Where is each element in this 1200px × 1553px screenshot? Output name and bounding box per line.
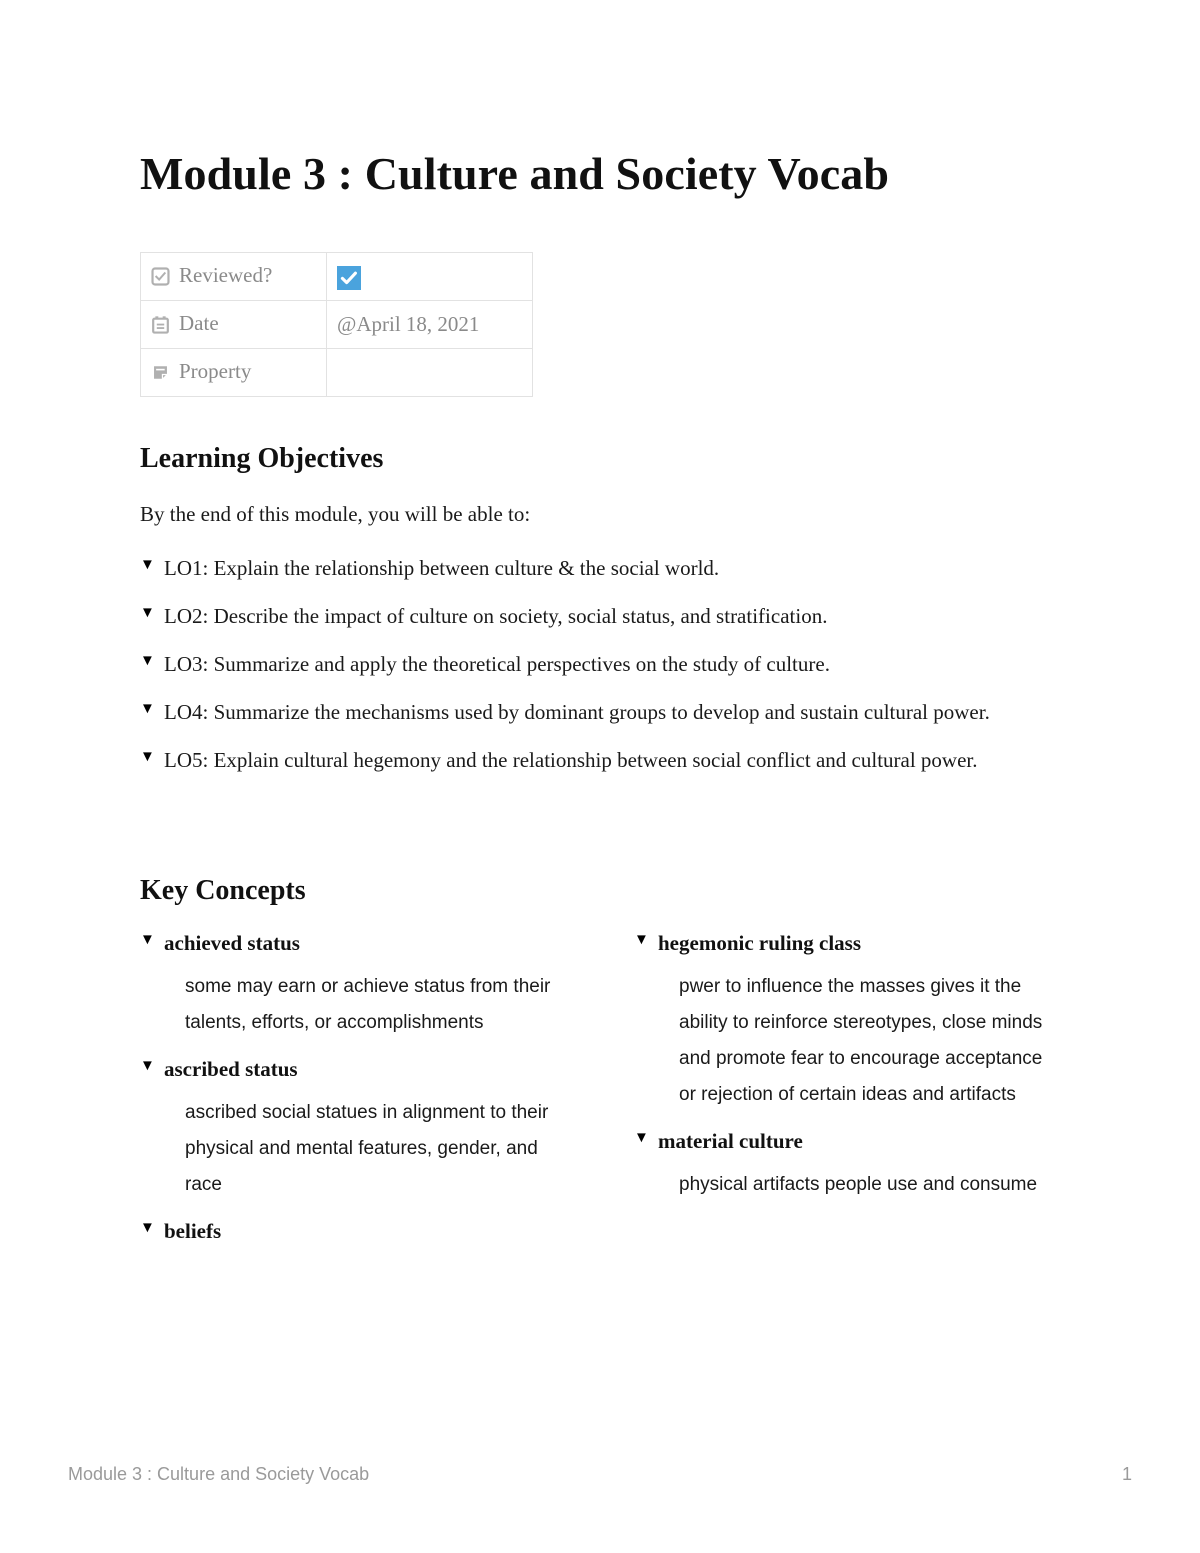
learning-objectives-intro: By the end of this module, you will be a… [140,502,531,527]
property-label-cell-property: Property [140,348,327,398]
chevron-down-icon[interactable]: ▼ [634,1125,649,1153]
chevron-down-icon[interactable]: ▼ [634,927,649,955]
calendar-icon [151,315,170,334]
learning-objectives-heading: Learning Objectives [140,443,384,475]
page-content: Module 3 : Culture and Society Vocab Rev… [140,140,1060,1261]
key-concepts-heading: Key Concepts [140,874,306,906]
key-concept-term[interactable]: ▼ ascribed status [140,1053,566,1087]
key-concept-term-label: hegemonic ruling class [658,931,861,956]
checkbox-icon [151,267,170,286]
table-row: Date @April 18, 2021 [140,300,533,350]
chevron-down-icon[interactable]: ▼ [140,1053,155,1081]
chevron-down-icon[interactable]: ▼ [140,551,155,580]
learning-objective-text: LO5: Explain cultural hegemony and the r… [164,747,978,772]
learning-objective-item[interactable]: ▼ LO5: Explain cultural hegemony and the… [140,743,1060,777]
properties-table: Reviewed? Date @April 18, 2021 Property [140,252,533,398]
chevron-down-icon[interactable]: ▼ [140,927,155,955]
key-concept-term[interactable]: ▼ material culture [634,1125,1060,1159]
table-row: Reviewed? [140,252,533,302]
property-label-reviewed: Reviewed? [179,263,273,288]
reviewed-checkbox[interactable] [337,265,361,290]
key-concepts-right-column: ▼ hegemonic ruling class pwer to influen… [634,927,1060,1260]
key-concept-term-label: beliefs [164,1219,222,1244]
key-concept-term[interactable]: ▼ achieved status [140,927,566,961]
property-value-cell-property[interactable] [326,348,533,398]
key-concept-definition: physical artifacts people use and consum… [679,1173,1038,1195]
chevron-down-icon[interactable]: ▼ [140,647,155,676]
learning-objectives-list: ▼ LO1: Explain the relationship between … [140,551,1060,777]
property-label-cell-reviewed: Reviewed? [140,252,327,302]
key-concepts-section: Key Concepts ▼ achieved status some may … [140,873,1060,1261]
learning-objective-text: LO1: Explain the relationship between cu… [164,555,720,580]
key-concept-term[interactable]: ▼ beliefs [140,1215,566,1249]
date-value[interactable]: @April 18, 2021 [337,314,479,335]
document-page: Module 3 : Culture and Society Vocab Rev… [0,0,1200,1553]
text-property-icon [151,363,170,382]
key-concept-entry: ▼ beliefs [140,1215,566,1249]
key-concept-entry: ▼ material culture physical artifacts pe… [634,1125,1060,1203]
learning-objective-item[interactable]: ▼ LO3: Summarize and apply the theoretic… [140,647,1060,681]
learning-objective-text: LO4: Summarize the mechanisms used by do… [164,699,990,724]
page-title: Module 3 : Culture and Society Vocab [140,148,890,199]
chevron-down-icon[interactable]: ▼ [140,599,155,628]
key-concept-entry: ▼ achieved status some may earn or achie… [140,927,566,1041]
learning-objective-item[interactable]: ▼ LO4: Summarize the mechanisms used by … [140,695,1060,729]
footer-page-number: 1 [1121,1464,1132,1484]
key-concept-term-label: material culture [658,1129,803,1154]
key-concept-definition: some may earn or achieve status from the… [185,975,551,1034]
property-label-property: Property [179,359,252,384]
footer-document-title: Module 3 : Culture and Society Vocab [68,1464,370,1484]
chevron-down-icon[interactable]: ▼ [140,695,155,724]
key-concepts-left-column: ▼ achieved status some may earn or achie… [140,927,566,1260]
key-concept-entry: ▼ ascribed status ascribed social statue… [140,1053,566,1203]
learning-objective-text: LO2: Describe the impact of culture on s… [164,603,828,628]
chevron-down-icon[interactable]: ▼ [140,1215,155,1243]
property-value-cell-reviewed[interactable] [326,252,533,302]
property-label-date: Date [179,311,219,336]
key-concept-definition: ascribed social statues in alignment to … [185,1101,549,1195]
table-row: Property [140,348,533,398]
chevron-down-icon[interactable]: ▼ [140,743,155,772]
page-footer: Module 3 : Culture and Society Vocab 1 [68,1464,1132,1485]
key-concept-definition: pwer to influence the masses gives it th… [679,975,1043,1106]
key-concept-term-label: ascribed status [164,1057,298,1082]
key-concept-entry: ▼ hegemonic ruling class pwer to influen… [634,927,1060,1113]
key-concept-term-label: achieved status [164,931,300,956]
property-value-cell-date[interactable]: @April 18, 2021 [326,300,533,350]
learning-objective-text: LO3: Summarize and apply the theoretical… [164,651,830,676]
key-concept-term[interactable]: ▼ hegemonic ruling class [634,927,1060,961]
learning-objective-item[interactable]: ▼ LO2: Describe the impact of culture on… [140,599,1060,633]
property-label-cell-date: Date [140,300,327,350]
key-concepts-columns: ▼ achieved status some may earn or achie… [140,927,1060,1260]
learning-objective-item[interactable]: ▼ LO1: Explain the relationship between … [140,551,1060,585]
